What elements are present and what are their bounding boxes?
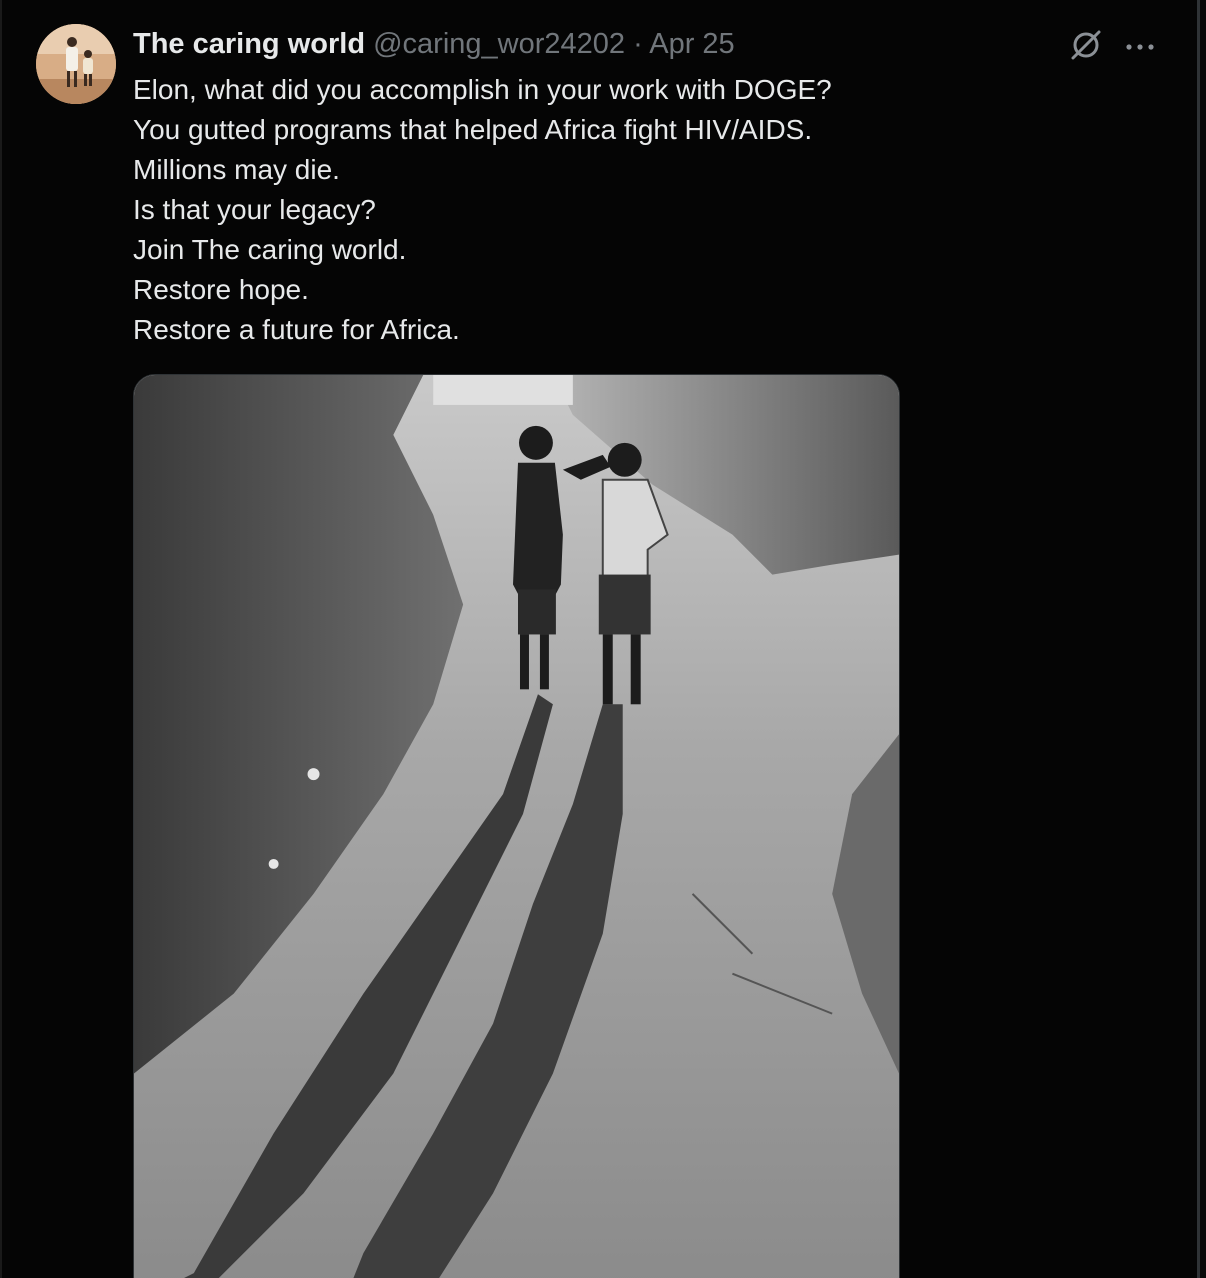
tweet-line: Restore hope. [133, 274, 309, 305]
tweet-line: Millions may die. [133, 154, 340, 185]
tweet-text: Elon, what did you accomplish in your wo… [133, 70, 832, 350]
tweet-actions [1069, 28, 1155, 67]
tweet-photo[interactable] [133, 374, 900, 1278]
tweet-date[interactable]: Apr 25 [649, 28, 734, 60]
tweet-line: Join The caring world. [133, 234, 407, 265]
tweet-line: Is that your legacy? [133, 194, 376, 225]
tweet-header: The caring world @caring_wor24202 · Apr … [133, 26, 735, 62]
photo-image [134, 375, 899, 1278]
author-name[interactable]: The caring world [133, 28, 365, 60]
author-handle[interactable]: @caring_wor24202 [373, 28, 625, 60]
tweet-line: You gutted programs that helped Africa f… [133, 114, 813, 145]
avatar[interactable] [36, 24, 116, 104]
grok-icon[interactable] [1069, 28, 1103, 67]
tweet-line: Restore a future for Africa. [133, 314, 460, 345]
more-options-icon[interactable] [1125, 39, 1155, 57]
tweet-line: Elon, what did you accomplish in your wo… [133, 74, 832, 105]
tweet-container: The caring world @caring_wor24202 · Apr … [0, 0, 1200, 1278]
avatar-image [36, 24, 116, 104]
header-separator: · [633, 28, 643, 60]
